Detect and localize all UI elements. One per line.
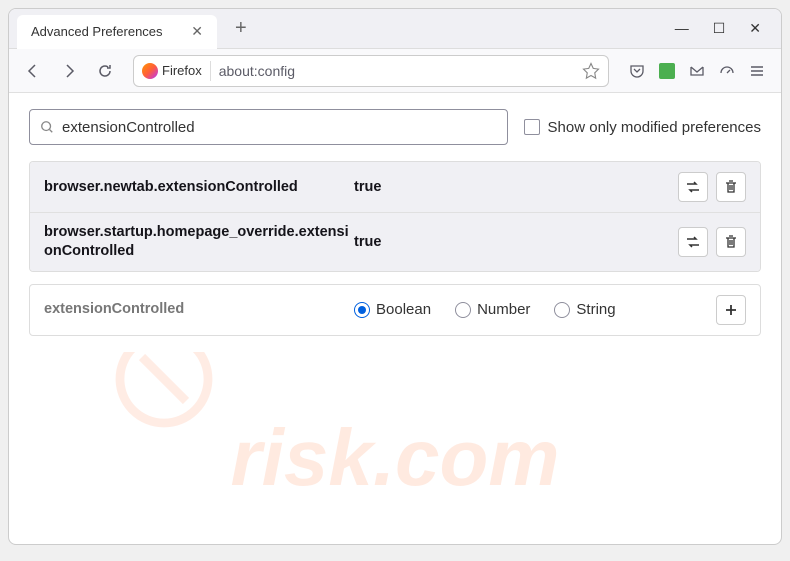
extension-icon[interactable] xyxy=(659,63,675,79)
minimize-button[interactable]: — xyxy=(675,20,689,37)
radio-label: String xyxy=(576,301,615,318)
radio-label: Boolean xyxy=(376,301,431,318)
pref-actions xyxy=(678,227,746,257)
browser-window: Advanced Preferences ✕ + — ☐ ✕ Firefox a… xyxy=(8,8,782,545)
tab-active[interactable]: Advanced Preferences ✕ xyxy=(17,15,217,49)
type-selector: Boolean Number String xyxy=(354,301,716,318)
pref-row: browser.startup.homepage_override.extens… xyxy=(30,213,760,271)
firefox-icon xyxy=(142,63,158,79)
tab-close-icon[interactable]: ✕ xyxy=(191,23,203,40)
new-pref-table: extensionControlled Boolean Number Strin… xyxy=(29,284,761,336)
tab-bar: Advanced Preferences ✕ + — ☐ ✕ xyxy=(9,9,781,49)
pref-actions xyxy=(716,295,746,325)
pref-value: true xyxy=(354,234,678,250)
firefox-label: Firefox xyxy=(162,63,202,78)
reload-button[interactable] xyxy=(91,57,119,85)
mail-icon[interactable] xyxy=(689,63,705,79)
delete-button[interactable] xyxy=(716,172,746,202)
pocket-icon[interactable] xyxy=(629,63,645,79)
pref-value: true xyxy=(354,179,678,195)
radio-icon xyxy=(354,302,370,318)
page-content: Show only modified preferences browser.n… xyxy=(9,93,781,352)
search-box[interactable] xyxy=(29,109,508,145)
bookmark-star-icon[interactable] xyxy=(582,62,600,80)
radio-boolean[interactable]: Boolean xyxy=(354,301,431,318)
radio-label: Number xyxy=(477,301,530,318)
firefox-badge: Firefox xyxy=(142,63,202,79)
radio-number[interactable]: Number xyxy=(455,301,530,318)
search-input[interactable] xyxy=(62,119,497,136)
radio-icon xyxy=(554,302,570,318)
checkbox-label-text: Show only modified preferences xyxy=(548,119,761,136)
dashboard-icon[interactable] xyxy=(719,63,735,79)
search-row: Show only modified preferences xyxy=(29,109,761,145)
pref-row: browser.newtab.extensionControlled true xyxy=(30,162,760,213)
divider xyxy=(210,61,211,81)
add-button[interactable] xyxy=(716,295,746,325)
preferences-table: browser.newtab.extensionControlled true … xyxy=(29,161,761,272)
pref-name: browser.startup.homepage_override.extens… xyxy=(44,223,354,261)
toggle-button[interactable] xyxy=(678,172,708,202)
watermark-text: risk.com xyxy=(230,412,559,504)
new-tab-button[interactable]: + xyxy=(227,13,255,44)
checkbox-icon xyxy=(524,119,540,135)
pref-actions xyxy=(678,172,746,202)
maximize-button[interactable]: ☐ xyxy=(713,20,726,37)
close-window-button[interactable]: ✕ xyxy=(749,20,761,37)
toolbar-icons xyxy=(623,63,771,79)
toggle-button[interactable] xyxy=(678,227,708,257)
url-bar[interactable]: Firefox about:config xyxy=(133,55,609,87)
search-icon xyxy=(40,120,54,134)
navigation-toolbar: Firefox about:config xyxy=(9,49,781,93)
pref-name: browser.newtab.extensionControlled xyxy=(44,178,354,197)
radio-string[interactable]: String xyxy=(554,301,615,318)
radio-icon xyxy=(455,302,471,318)
tab-title: Advanced Preferences xyxy=(31,24,163,39)
show-modified-checkbox[interactable]: Show only modified preferences xyxy=(524,119,761,136)
delete-button[interactable] xyxy=(716,227,746,257)
menu-icon[interactable] xyxy=(749,63,765,79)
back-button[interactable] xyxy=(19,57,47,85)
new-pref-name: extensionControlled xyxy=(44,300,354,319)
forward-button[interactable] xyxy=(55,57,83,85)
window-controls: — ☐ ✕ xyxy=(675,20,773,37)
url-text: about:config xyxy=(219,63,582,79)
new-pref-row: extensionControlled Boolean Number Strin… xyxy=(30,285,760,335)
